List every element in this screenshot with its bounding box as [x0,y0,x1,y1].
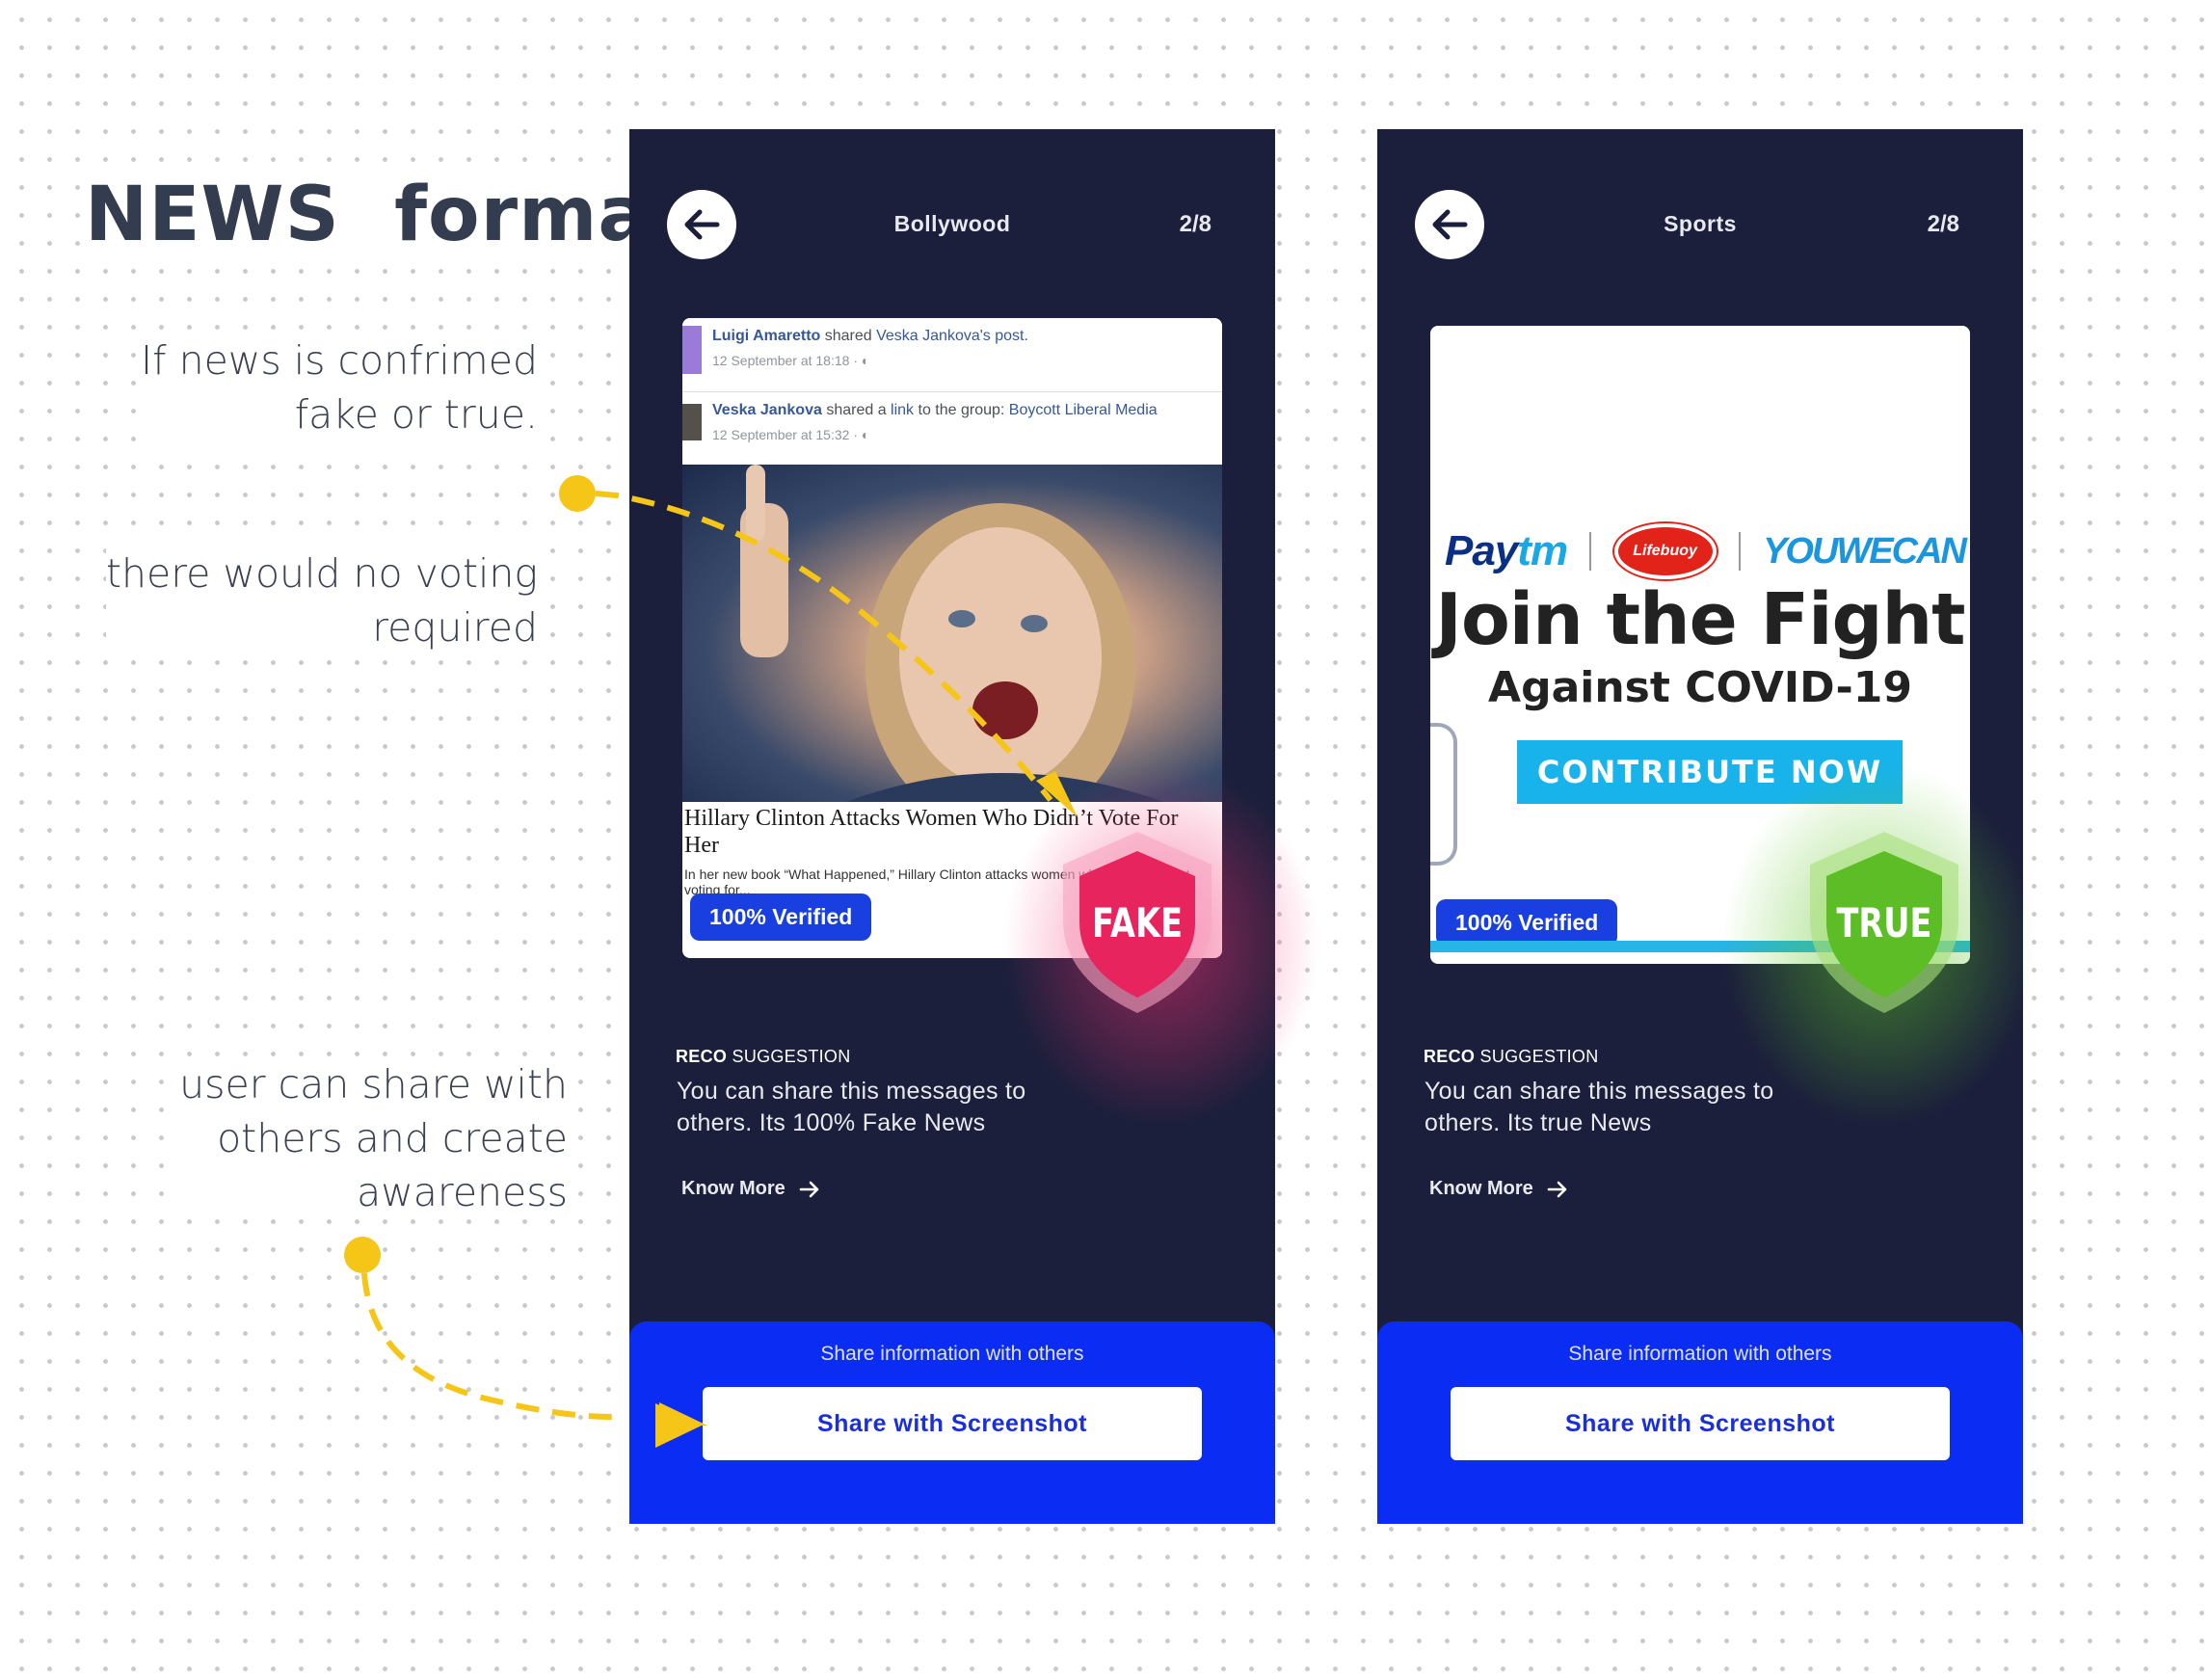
fb-post-link[interactable]: Veska Jankova's post. [876,328,1028,344]
youwecan-logo: YOUWECAN [1763,530,1967,572]
share-caption: Share information with others [1568,1343,1832,1365]
verified-badge: 100% Verified [1436,899,1618,947]
know-more-link[interactable]: Know More [681,1178,820,1200]
category-title: Sports [1664,211,1737,236]
share-screenshot-button[interactable]: Share with Screenshot [1451,1387,1950,1460]
reco-label: RECO SUGGESTION [1424,1047,1599,1066]
category-title: Bollywood [893,211,1011,236]
fb-link[interactable]: link [891,402,914,418]
note-no-voting: there would no voting required [105,547,538,654]
lifebuoy-logo: Lifebuoy [1613,523,1717,579]
share-panel: Share information with others Share with… [629,1321,1275,1524]
page-counter: 2/8 [1927,211,1959,237]
page-title: NEWS format [85,172,687,258]
news-photo [682,465,1222,831]
fb-group-link[interactable]: Boycott Liberal Media [1009,402,1158,418]
share-panel: Share information with others Share with… [1377,1321,2023,1524]
divider [1589,532,1592,571]
fake-badge: FAKE [1046,824,1229,1017]
true-badge: TRUE [1793,824,1976,1017]
fb-share-row: Luigi Amaretto shared Veska Jankova's po… [682,318,1222,387]
divider [1738,532,1741,571]
note-share: user can share with others and create aw… [179,1057,568,1219]
hand-illustration [1430,723,1457,866]
arrow-right-icon [1547,1181,1567,1197]
sponsor-logos: Paytm Lifebuoy YOUWECAN [1445,523,1967,579]
fb-share-row: Veska Jankova shared a link to the group… [682,391,1222,462]
ad-headline: Join the Fight [1435,578,1965,661]
portrait-illustration [740,465,1164,831]
verdict-label: TRUE [1836,899,1932,947]
annotation-dot [559,475,596,512]
know-more-link[interactable]: Know More [1429,1178,1568,1200]
fb-user-name[interactable]: Veska Jankova [712,402,822,418]
fb-timestamp: 12 September at 18:18 · ◐ [712,353,870,368]
annotation-line [361,1272,614,1420]
avatar [682,404,702,440]
verdict-label: FAKE [1091,899,1184,947]
reco-label: RECO SUGGESTION [676,1047,851,1066]
verified-badge: 100% Verified [690,893,872,941]
arrow-right-icon [799,1181,819,1197]
ad-subheadline: Against COVID-19 [1488,663,1912,712]
avatar [682,326,702,374]
reco-text: You can share this messages to others. I… [677,1078,1026,1136]
paytm-logo: Paytm [1445,527,1568,574]
note-confirmed: If news is confrimed fake or true. [141,333,538,441]
fb-timestamp: 12 September at 15:32 · ◐ [712,427,870,442]
share-caption: Share information with others [820,1343,1084,1365]
share-screenshot-button[interactable]: Share with Screenshot [703,1387,1202,1460]
page-counter: 2/8 [1179,211,1212,237]
fb-user-name[interactable]: Luigi Amaretto [712,328,820,344]
annotation-dot [344,1237,381,1273]
